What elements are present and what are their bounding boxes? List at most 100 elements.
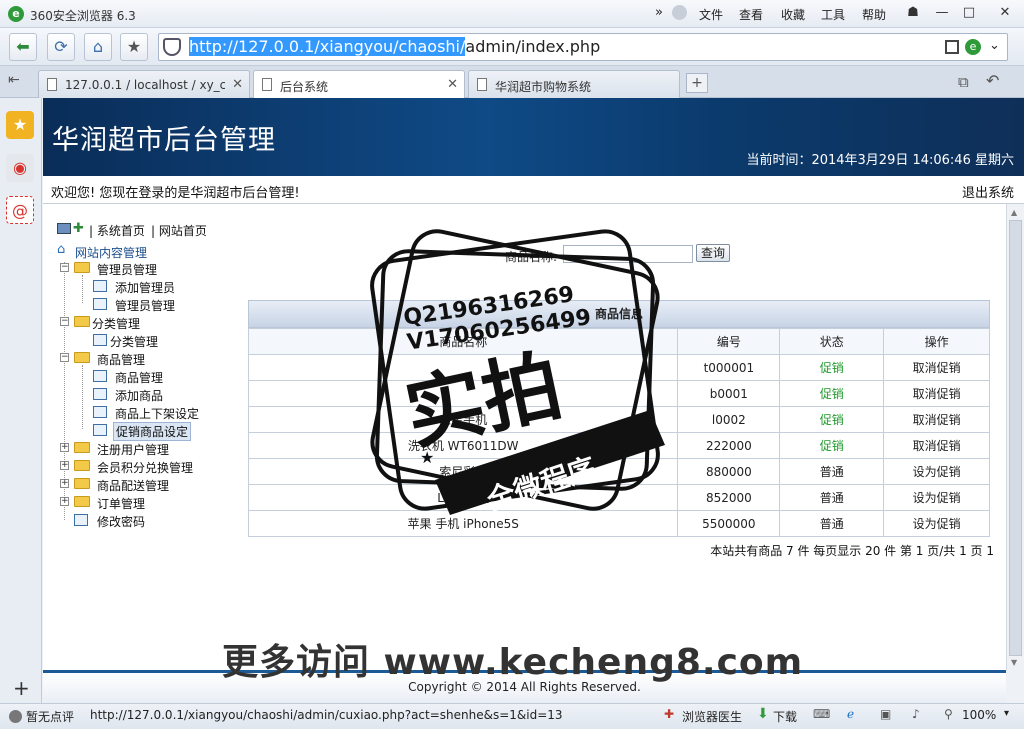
tab-list-icon[interactable]: ⧉ bbox=[958, 73, 969, 91]
expand-icon[interactable]: + bbox=[60, 443, 69, 452]
logout-link[interactable]: 退出系统 bbox=[962, 182, 1014, 201]
nav-root-content-management[interactable]: 网站内容管理 bbox=[75, 244, 147, 261]
add-sidebar-icon[interactable]: + bbox=[13, 676, 30, 700]
scroll-up-icon[interactable]: ▲ bbox=[1011, 208, 1017, 217]
status-doctor[interactable]: 浏览器医生 bbox=[682, 708, 742, 725]
rating-icon[interactable] bbox=[9, 710, 22, 723]
expand-icon[interactable]: + bbox=[60, 479, 69, 488]
scrollbar-thumb[interactable] bbox=[1009, 220, 1022, 656]
maximize-button[interactable]: □ bbox=[955, 2, 983, 24]
search-button[interactable]: 查询 bbox=[696, 244, 730, 262]
nav-admin-list[interactable]: 管理员管理 bbox=[115, 297, 175, 314]
status-rating[interactable]: 暂无点评 bbox=[26, 708, 74, 725]
zoom-chevron-icon[interactable]: ▾ bbox=[1004, 708, 1009, 719]
nav-order-management[interactable]: 订单管理 bbox=[97, 495, 145, 512]
navigation-bar: ⬅ ⟳ ⌂ ★ http://127.0.0.1/xiangyou/chaosh… bbox=[0, 28, 1024, 66]
nav-product-management[interactable]: 商品管理 bbox=[97, 351, 145, 368]
action-link[interactable]: 设为促销 bbox=[883, 484, 990, 511]
menu-favorites[interactable]: 收藏 bbox=[781, 6, 805, 23]
code-cell: 222000 bbox=[677, 432, 781, 459]
status-cell: 促销 bbox=[779, 354, 885, 381]
volume-icon[interactable]: ♪ bbox=[912, 707, 920, 721]
close-tab-icon[interactable]: ✕ bbox=[232, 77, 243, 92]
action-link[interactable]: 取消促销 bbox=[883, 380, 990, 407]
chevron-down-icon[interactable]: ⌄ bbox=[989, 38, 1000, 53]
address-url[interactable]: http://127.0.0.1/xiangyou/chaoshi/admin/… bbox=[189, 37, 600, 56]
tab-admin-system[interactable]: 后台系统 ✕ bbox=[253, 70, 465, 98]
nav-delivery-management[interactable]: 商品配送管理 bbox=[97, 477, 169, 494]
address-url-selected: http://127.0.0.1/xiangyou/chaoshi/ bbox=[189, 37, 466, 56]
address-bar[interactable]: http://127.0.0.1/xiangyou/chaoshi/admin/… bbox=[158, 33, 1008, 61]
status-download[interactable]: 下载 bbox=[773, 708, 797, 725]
back-button[interactable]: ⬅ bbox=[9, 33, 37, 61]
tab-localhost[interactable]: 127.0.0.1 / localhost / xy_ch ✕ bbox=[38, 70, 250, 98]
sidebar-toggle-icon[interactable]: ⇤ bbox=[8, 72, 20, 88]
nav-change-password[interactable]: 修改密码 bbox=[97, 513, 145, 530]
collapse-icon[interactable]: − bbox=[60, 353, 69, 362]
skin-icon[interactable]: ☗ bbox=[899, 2, 927, 24]
expand-icon[interactable]: + bbox=[60, 461, 69, 470]
system-home-link[interactable]: | 系统首页 bbox=[89, 222, 145, 239]
nav-points-exchange[interactable]: 会员积分兑换管理 bbox=[97, 459, 193, 476]
action-link[interactable]: 取消促销 bbox=[883, 354, 990, 381]
nav-admin-management[interactable]: 管理员管理 bbox=[97, 261, 157, 278]
home-button[interactable]: ⌂ bbox=[84, 33, 112, 61]
nav-add-admin[interactable]: 添加管理员 bbox=[115, 279, 175, 296]
scroll-down-icon[interactable]: ▼ bbox=[1011, 658, 1017, 667]
zoom-level[interactable]: 100% bbox=[962, 708, 996, 722]
nav-registered-users[interactable]: 注册用户管理 bbox=[97, 441, 169, 458]
current-time: 当前时间：2014年3月29日 14:06:46 星期六 bbox=[746, 153, 1014, 168]
browser-mode-icon[interactable]: e bbox=[965, 39, 981, 55]
close-button[interactable]: ✕ bbox=[989, 2, 1021, 24]
nav-category-list[interactable]: 分类管理 bbox=[110, 333, 158, 350]
left-navigation: ✚ | 系统首页 | 网站首页 ⌂ 网站内容管理 − 管理员管理 添加管理员 管… bbox=[43, 204, 233, 670]
action-link[interactable]: 取消促销 bbox=[883, 406, 990, 433]
action-link[interactable]: 设为促销 bbox=[883, 458, 990, 485]
page-icon bbox=[93, 298, 107, 310]
qrcode-icon[interactable] bbox=[945, 40, 959, 54]
close-tab-icon[interactable]: ✕ bbox=[447, 77, 458, 92]
zoom-icon[interactable]: ⚲ bbox=[944, 707, 953, 721]
window-icon[interactable]: ▣ bbox=[880, 707, 891, 721]
expand-icon[interactable]: + bbox=[60, 497, 69, 506]
double-chevron-icon[interactable]: » bbox=[655, 5, 663, 20]
ie-icon[interactable]: ℯ bbox=[847, 707, 854, 721]
undo-close-icon[interactable]: ↶ bbox=[986, 71, 999, 90]
nav-product-shelf[interactable]: 商品上下架设定 bbox=[115, 405, 199, 422]
menu-tools[interactable]: 工具 bbox=[821, 6, 845, 23]
watermark-star-icon: ★ bbox=[420, 448, 434, 467]
action-link[interactable]: 取消促销 bbox=[883, 432, 990, 459]
page-icon bbox=[93, 370, 107, 382]
favorites-star-icon[interactable]: ★ bbox=[6, 111, 34, 139]
security-shield-icon bbox=[163, 38, 181, 56]
nav-product-list[interactable]: 商品管理 bbox=[115, 369, 163, 386]
email-icon[interactable]: @ bbox=[6, 196, 34, 224]
doctor-icon[interactable]: ✚ bbox=[664, 707, 674, 721]
refresh-button[interactable]: ⟳ bbox=[47, 33, 75, 61]
download-icon[interactable]: ⬇ bbox=[757, 706, 769, 722]
action-link[interactable]: 设为促销 bbox=[883, 510, 990, 537]
menu-help[interactable]: 帮助 bbox=[862, 6, 886, 23]
tab-shop-system[interactable]: 华润超市购物系统 bbox=[468, 70, 680, 98]
code-cell: b0001 bbox=[677, 380, 781, 407]
minimize-button[interactable]: — bbox=[928, 2, 956, 24]
user-avatar-icon[interactable] bbox=[672, 5, 687, 20]
page-icon bbox=[93, 424, 107, 436]
menu-view[interactable]: 查看 bbox=[739, 6, 763, 23]
status-cell: 普通 bbox=[779, 458, 885, 485]
new-tab-button[interactable]: + bbox=[686, 73, 708, 93]
page-icon bbox=[74, 514, 88, 526]
code-cell: 852000 bbox=[677, 484, 781, 511]
chat-icon[interactable]: ⌨ bbox=[813, 707, 830, 721]
code-cell: 880000 bbox=[677, 458, 781, 485]
menu-file[interactable]: 文件 bbox=[699, 6, 723, 23]
site-home-link[interactable]: | 网站首页 bbox=[151, 222, 207, 239]
nav-add-product[interactable]: 添加商品 bbox=[115, 387, 163, 404]
page-scrollbar[interactable]: ▲ ▼ bbox=[1006, 204, 1024, 670]
nav-promotion-setting[interactable]: 促销商品设定 bbox=[113, 422, 192, 441]
collapse-icon[interactable]: − bbox=[60, 317, 69, 326]
collapse-icon[interactable]: − bbox=[60, 263, 69, 272]
favorite-star-button[interactable]: ★ bbox=[120, 33, 148, 61]
weibo-icon[interactable]: ◉ bbox=[6, 154, 34, 182]
nav-category-management[interactable]: 分类管理 bbox=[92, 315, 140, 332]
